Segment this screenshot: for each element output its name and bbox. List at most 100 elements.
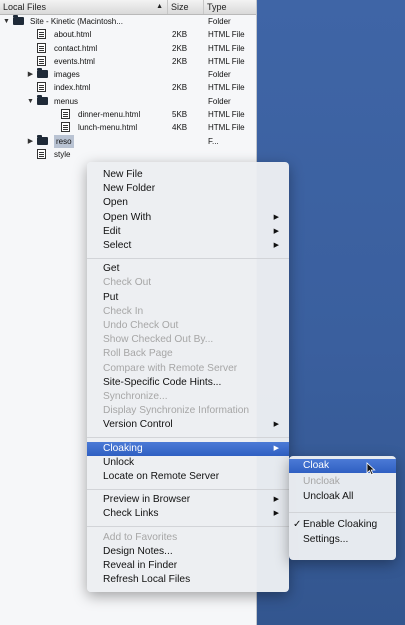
menu-separator — [87, 437, 289, 439]
folder-icon — [37, 94, 48, 106]
disclosure-closed-icon[interactable]: ▶ — [26, 135, 35, 148]
file-row[interactable]: style — [0, 148, 256, 161]
file-name: about.html — [54, 30, 92, 40]
file-row[interactable]: index.html 2KB HTML File — [0, 81, 256, 94]
file-row[interactable]: dinner-menu.html 5KB HTML File — [0, 108, 256, 121]
file-tree: ▼ Site - Kinetic (Macintosh... Folder about… — [0, 15, 256, 161]
menu-item-reveal-in-finder[interactable]: Reveal in Finder — [87, 559, 289, 573]
disclosure-closed-icon[interactable]: ▶ — [26, 68, 35, 81]
file-size: 4KB — [172, 123, 188, 133]
menu-item-label: Version Control — [103, 419, 173, 431]
menu-item-label: Settings... — [303, 534, 349, 545]
menu-item-label: Reveal in Finder — [103, 560, 178, 571]
menu-item-label: Synchronize... — [103, 391, 168, 402]
column-header-type[interactable]: Type — [204, 0, 256, 14]
file-row[interactable]: about.html 2KB HTML File — [0, 28, 256, 41]
file-size: 5KB — [172, 110, 188, 120]
menu-item-edit[interactable]: Edit ▶ — [87, 225, 289, 239]
file-name: style — [54, 149, 71, 159]
menu-item-site-specific-code-hints[interactable]: Site-Specific Code Hints... — [87, 376, 289, 390]
menu-item-label: Check Links — [103, 508, 159, 520]
menu-item-version-control[interactable]: Version Control ▶ — [87, 418, 289, 432]
sort-ascending-icon: ▲ — [156, 3, 163, 10]
menu-item-enable-cloaking[interactable]: ✓ Enable Cloaking — [289, 518, 396, 532]
menu-item-open-with[interactable]: Open With ▶ — [87, 211, 289, 225]
html-file-icon — [37, 148, 48, 159]
disclosure-open-icon[interactable]: ▼ — [2, 15, 11, 28]
menu-item-label: Open With — [103, 211, 152, 223]
file-name: dinner-menu.html — [78, 110, 141, 120]
menu-item-label: New Folder — [103, 183, 156, 195]
menu-item-cloak[interactable]: Cloak — [289, 459, 396, 473]
menu-item-compare-with-remote-server: Compare with Remote Server — [87, 362, 289, 376]
file-row[interactable]: lunch-menu.html 4KB HTML File — [0, 121, 256, 134]
menu-item-label: Show Checked Out By... — [103, 334, 214, 346]
html-file-icon — [37, 82, 48, 93]
file-name: events.html — [54, 56, 95, 66]
screen: Local Files ▲ Size Type ▼ Site - Kinetic … — [0, 0, 405, 625]
menu-item-label: Enable Cloaking — [303, 518, 378, 530]
menu-item-label: Design Notes... — [103, 545, 173, 557]
folder-row[interactable]: ▼ Site - Kinetic (Macintosh... Folder — [0, 15, 256, 28]
file-type: Folder — [208, 70, 231, 80]
menu-item-preview-in-browser[interactable]: Preview in Browser ▶ — [87, 493, 289, 507]
submenu-arrow-icon: ▶ — [273, 213, 279, 221]
file-size: 2KB — [172, 30, 188, 40]
menu-item-unlock[interactable]: Unlock — [87, 456, 289, 470]
menu-item-cloaking[interactable]: Cloaking ▶ — [87, 441, 289, 456]
menu-item-put[interactable]: Put — [87, 291, 289, 305]
menu-item-check-in: Check In — [87, 305, 289, 319]
column-header-name[interactable]: Local Files ▲ — [0, 0, 168, 14]
menu-separator — [87, 526, 289, 528]
menu-item-uncloak-all[interactable]: Uncloak All — [289, 490, 396, 504]
submenu-arrow-icon: ▶ — [273, 421, 279, 429]
menu-item-settings[interactable]: Settings... — [289, 533, 396, 547]
menu-item-label: Site-Specific Code Hints... — [103, 376, 222, 388]
menu-item-label: Preview in Browser — [103, 494, 191, 506]
column-header-size-label: Size — [171, 2, 189, 12]
file-name: contact.html — [54, 43, 98, 53]
menu-item-check-links[interactable]: Check Links ▶ — [87, 507, 289, 521]
menu-item-select[interactable]: Select ▶ — [87, 239, 289, 253]
column-header-name-label: Local Files — [3, 2, 47, 12]
menu-item-open[interactable]: Open — [87, 196, 289, 210]
html-file-icon — [37, 29, 48, 40]
menu-item-label: Display Synchronize Information — [103, 405, 250, 417]
menu-item-label: Get — [103, 263, 120, 275]
file-type: HTML File — [208, 43, 245, 53]
disclosure-open-icon[interactable]: ▼ — [26, 95, 35, 108]
menu-item-new-folder[interactable]: New Folder — [87, 182, 289, 196]
html-file-icon — [61, 109, 72, 120]
folder-icon — [13, 15, 24, 26]
menu-separator — [87, 257, 289, 259]
menu-item-locate-on-remote-server[interactable]: Locate on Remote Server — [87, 470, 289, 484]
menu-item-get[interactable]: Get — [87, 262, 289, 276]
folder-row[interactable]: ▼ menus Folder — [0, 94, 256, 108]
menu-item-label: Cloaking — [103, 442, 143, 454]
menu-item-refresh-local-files[interactable]: Refresh Local Files — [87, 573, 289, 587]
menu-item-design-notes[interactable]: Design Notes... — [87, 545, 289, 559]
column-header-size[interactable]: Size — [168, 0, 204, 14]
checkmark-icon: ✓ — [293, 518, 302, 530]
file-name: images — [54, 70, 80, 80]
file-row[interactable]: contact.html 2KB HTML File — [0, 42, 256, 55]
menu-item-label: New File — [103, 169, 143, 180]
menu-separator — [87, 488, 289, 490]
menu-item-label: Cloak — [303, 460, 330, 471]
submenu-arrow-icon: ▶ — [273, 496, 279, 504]
file-list-header: Local Files ▲ Size Type — [0, 0, 256, 15]
file-size: 2KB — [172, 43, 188, 53]
menu-item-label: Undo Check Out — [103, 320, 179, 331]
menu-item-display-synchronize-information: Display Synchronize Information — [87, 404, 289, 418]
menu-item-label: Edit — [103, 225, 121, 237]
menu-item-label: Uncloak All — [303, 491, 354, 502]
submenu-arrow-icon: ▶ — [273, 227, 279, 235]
context-menu: New File New Folder Open Open With ▶ Edit ▶ Sel… — [87, 162, 289, 592]
folder-row[interactable]: ▶ images Folder — [0, 68, 256, 81]
submenu-arrow-icon: ▶ — [273, 510, 279, 518]
menu-item-new-file[interactable]: New File — [87, 168, 289, 182]
file-name: reso — [54, 134, 74, 148]
file-type: HTML File — [208, 83, 245, 93]
file-row[interactable]: events.html 2KB HTML File — [0, 55, 256, 68]
folder-row[interactable]: ▶ reso F... — [0, 134, 256, 148]
